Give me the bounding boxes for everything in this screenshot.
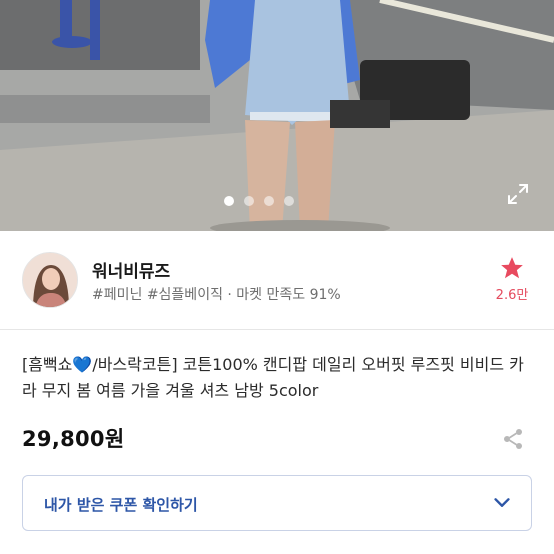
gallery-indicator bbox=[224, 196, 294, 206]
product-title: [흠뻑쇼💙/바스락코튼] 코튼100% 캔디팝 데일리 오버핏 루즈핏 비비드 … bbox=[22, 355, 524, 400]
favorite-button[interactable]: 2.6만 bbox=[492, 255, 532, 303]
gallery-dot[interactable] bbox=[244, 196, 254, 206]
coupon-label: 내가 받은 쿠폰 확인하기 bbox=[44, 496, 198, 514]
gallery-dot[interactable] bbox=[224, 196, 234, 206]
share-icon[interactable] bbox=[501, 427, 525, 451]
avatar[interactable] bbox=[22, 252, 78, 308]
gallery-dot[interactable] bbox=[264, 196, 274, 206]
star-icon bbox=[501, 257, 523, 279]
product-price: 29,800원 bbox=[22, 427, 125, 451]
product-photo[interactable] bbox=[0, 0, 554, 231]
shop-name[interactable]: 워너비뮤즈 bbox=[92, 257, 170, 282]
gallery-dot[interactable] bbox=[284, 196, 294, 206]
coupon-button[interactable]: 내가 받은 쿠폰 확인하기 bbox=[22, 475, 532, 531]
chevron-down-icon bbox=[494, 498, 510, 507]
expand-icon[interactable] bbox=[506, 182, 530, 206]
section-divider bbox=[0, 329, 554, 330]
favorite-count: 2.6만 bbox=[495, 288, 529, 303]
shop-tags: #페미닌 #심플베이직 · 마켓 만족도 91% bbox=[92, 287, 341, 303]
seller-info[interactable]: 워너비뮤즈 #페미닌 #심플베이직 · 마켓 만족도 91% 2.6만 bbox=[0, 231, 554, 329]
